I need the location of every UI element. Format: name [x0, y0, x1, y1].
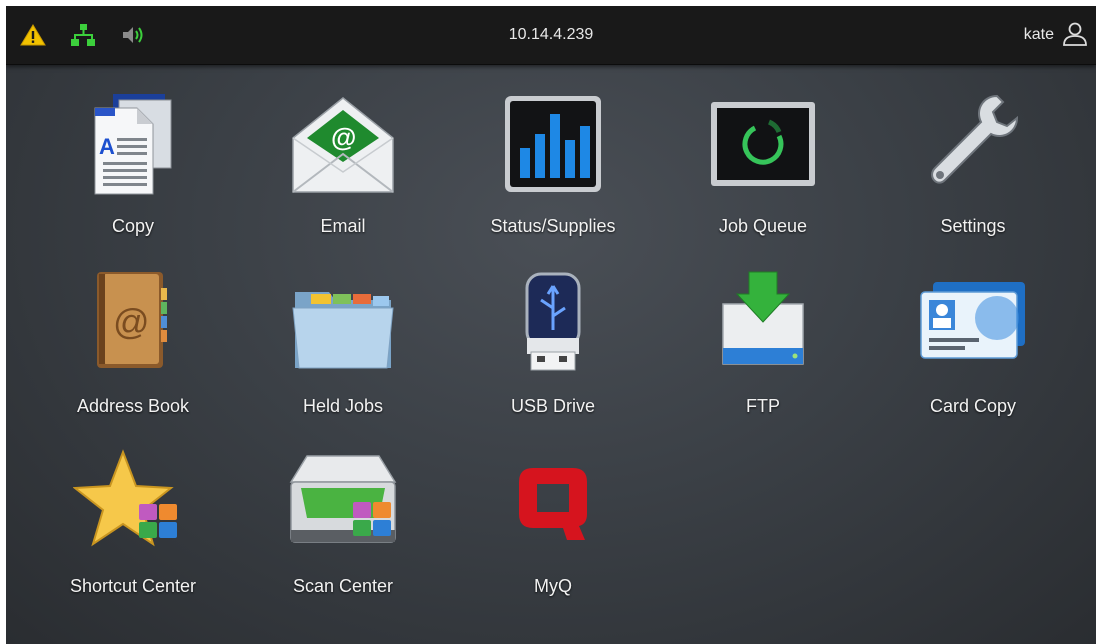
app-status-supplies[interactable]: Status/Supplies	[448, 88, 658, 258]
user-icon[interactable]	[1062, 21, 1088, 47]
app-settings[interactable]: Settings	[868, 88, 1078, 258]
app-label: USB Drive	[510, 396, 595, 416]
app-job-queue[interactable]: Job Queue	[658, 88, 868, 258]
app-label: Shortcut Center	[69, 576, 197, 596]
app-label: Address Book	[76, 396, 190, 416]
app-email[interactable]: @ Email	[238, 88, 448, 258]
status-bar: 10.14.4.239 kate	[6, 6, 1096, 65]
folder-icon	[283, 268, 403, 388]
copy-icon: A	[73, 88, 193, 208]
address-book-icon: @	[73, 268, 193, 388]
myq-logo-icon	[493, 448, 613, 568]
app-ftp[interactable]: FTP	[658, 268, 868, 438]
email-icon: @	[283, 88, 403, 208]
wrench-icon	[913, 88, 1033, 208]
app-label: Email	[320, 216, 366, 236]
id-card-icon	[913, 268, 1033, 388]
ftp-icon	[703, 268, 823, 388]
home-screen: 10.14.4.239 kate A Copy @ Email Status/S…	[6, 6, 1096, 644]
app-held-jobs[interactable]: Held Jobs	[238, 268, 448, 438]
app-copy[interactable]: A Copy	[28, 88, 238, 258]
app-shortcut-center[interactable]: Shortcut Center	[28, 448, 238, 618]
scanner-icon	[283, 448, 403, 568]
app-label: Card Copy	[929, 396, 1017, 416]
app-usb-drive[interactable]: USB Drive	[448, 268, 658, 438]
ip-address: 10.14.4.239	[508, 26, 594, 43]
app-address-book[interactable]: @ Address Book	[28, 268, 238, 438]
app-label: MyQ	[534, 576, 572, 596]
app-label: Settings	[940, 216, 1006, 236]
status-supplies-icon	[493, 88, 613, 208]
app-label: Status/Supplies	[490, 216, 616, 236]
app-label: Job Queue	[718, 216, 808, 236]
username[interactable]: kate	[1024, 6, 1054, 64]
app-label: Held Jobs	[302, 396, 384, 416]
svg-text:@: @	[331, 122, 356, 152]
app-label: Copy	[111, 216, 155, 236]
job-queue-icon	[703, 88, 823, 208]
app-label: Scan Center	[292, 576, 394, 596]
app-myq[interactable]: MyQ	[448, 448, 658, 618]
svg-text:@: @	[113, 301, 150, 342]
app-scan-center[interactable]: Scan Center	[238, 448, 448, 618]
app-card-copy[interactable]: Card Copy	[868, 268, 1078, 438]
star-icon	[72, 448, 193, 568]
usb-drive-icon	[493, 268, 613, 388]
svg-text:A: A	[99, 134, 115, 159]
app-label: FTP	[746, 396, 780, 416]
